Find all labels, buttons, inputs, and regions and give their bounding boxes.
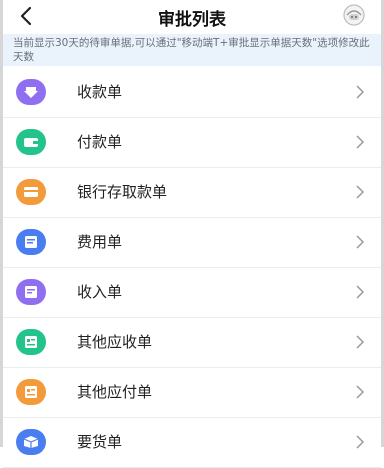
- list-item-label: 付款单: [77, 133, 123, 151]
- list-item-bank-deposit-withdrawal[interactable]: 银行存取款单: [3, 168, 381, 218]
- list-item-label: 其他应收单: [77, 333, 153, 351]
- expense-doc-icon: [16, 229, 46, 255]
- chevron-right-icon: [356, 285, 365, 299]
- list-item-receipt[interactable]: 收款单: [3, 68, 381, 118]
- request-box-icon: [16, 429, 46, 455]
- bank-card-icon: [16, 179, 46, 205]
- chevron-right-icon: [356, 185, 365, 199]
- chevron-right-icon: [356, 385, 365, 399]
- list-item-income[interactable]: 收入单: [3, 268, 381, 318]
- list-item-other-payable[interactable]: 其他应付单: [3, 368, 381, 418]
- list-item-expense[interactable]: 费用单: [3, 218, 381, 268]
- list-item-label: 其他应付单: [77, 383, 153, 401]
- download-arrow-icon: [16, 79, 46, 105]
- list-item-label: 银行存取款单: [77, 183, 168, 201]
- list-item-label: 要货单: [77, 433, 123, 451]
- receivable-doc-icon: [16, 329, 46, 355]
- info-notice: 当前显示30天的待审单据,可以通过"移动端T+审批显示单据天数"选项修改此天数: [3, 34, 381, 66]
- assistant-icon[interactable]: [341, 2, 367, 28]
- list-item-payment[interactable]: 付款单: [3, 118, 381, 168]
- income-doc-icon: [16, 279, 46, 305]
- chevron-right-icon: [356, 85, 365, 99]
- page-title: 审批列表: [158, 10, 226, 30]
- list-item-other-receivable[interactable]: 其他应收单: [3, 318, 381, 368]
- top-bar: 审批列表: [3, 0, 381, 34]
- chevron-right-icon: [356, 335, 365, 349]
- chevron-right-icon: [356, 235, 365, 249]
- payable-doc-icon: [16, 379, 46, 405]
- approval-type-list: 收款单 付款单 银行存取款单 费用单 收入单 其他应收单 其他应付单 要货单: [3, 68, 381, 468]
- list-item-label: 费用单: [77, 233, 123, 251]
- list-item-label: 收款单: [77, 83, 123, 101]
- chevron-right-icon: [356, 135, 365, 149]
- list-item-label: 收入单: [77, 283, 123, 301]
- list-item-goods-request[interactable]: 要货单: [3, 418, 381, 468]
- wallet-icon: [16, 129, 46, 155]
